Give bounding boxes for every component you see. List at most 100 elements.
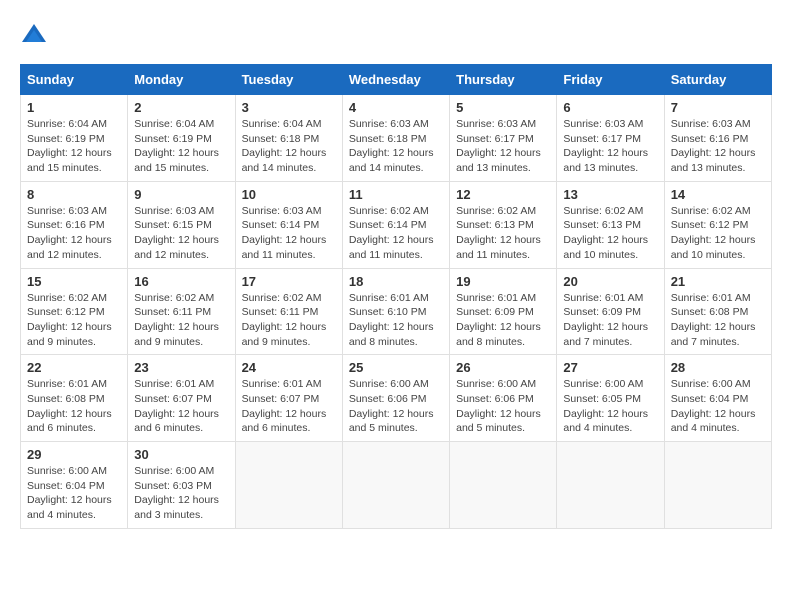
day-number: 23 [134,360,228,375]
calendar-body: 1 Sunrise: 6:04 AMSunset: 6:19 PMDaylight… [21,95,772,529]
day-info: Sunrise: 6:04 AMSunset: 6:19 PMDaylight:… [27,117,121,176]
calendar-cell: 8 Sunrise: 6:03 AMSunset: 6:16 PMDaylight… [21,181,128,268]
day-info: Sunrise: 6:04 AMSunset: 6:19 PMDaylight:… [134,117,228,176]
day-number: 6 [563,100,657,115]
day-number: 25 [349,360,443,375]
day-info: Sunrise: 6:01 AMSunset: 6:09 PMDaylight:… [456,291,550,350]
day-info: Sunrise: 6:01 AMSunset: 6:08 PMDaylight:… [671,291,765,350]
calendar-cell: 30 Sunrise: 6:00 AMSunset: 6:03 PMDayligh… [128,442,235,529]
day-info: Sunrise: 6:01 AMSunset: 6:08 PMDaylight:… [27,377,121,436]
week-row-5: 29 Sunrise: 6:00 AMSunset: 6:04 PMDayligh… [21,442,772,529]
day-info: Sunrise: 6:02 AMSunset: 6:11 PMDaylight:… [134,291,228,350]
weekday-thursday: Thursday [450,65,557,95]
day-info: Sunrise: 6:03 AMSunset: 6:17 PMDaylight:… [563,117,657,176]
week-row-1: 1 Sunrise: 6:04 AMSunset: 6:19 PMDaylight… [21,95,772,182]
day-number: 8 [27,187,121,202]
day-info: Sunrise: 6:04 AMSunset: 6:18 PMDaylight:… [242,117,336,176]
day-info: Sunrise: 6:00 AMSunset: 6:05 PMDaylight:… [563,377,657,436]
day-number: 22 [27,360,121,375]
day-info: Sunrise: 6:01 AMSunset: 6:07 PMDaylight:… [134,377,228,436]
day-info: Sunrise: 6:01 AMSunset: 6:09 PMDaylight:… [563,291,657,350]
calendar-cell: 17Sunrise: 6:02 AMSunset: 6:11 PMDayligh… [235,268,342,355]
calendar-cell: 21 Sunrise: 6:01 AMSunset: 6:08 PMDayligh… [664,268,771,355]
day-number: 10 [242,187,336,202]
day-number: 26 [456,360,550,375]
day-info: Sunrise: 6:02 AMSunset: 6:13 PMDaylight:… [456,204,550,263]
calendar-cell: 2 Sunrise: 6:04 AMSunset: 6:19 PMDaylight… [128,95,235,182]
weekday-monday: Monday [128,65,235,95]
week-row-4: 22 Sunrise: 6:01 AMSunset: 6:08 PMDayligh… [21,355,772,442]
calendar-cell [664,442,771,529]
calendar-header: SundayMondayTuesdayWednesdayThursdayFrid… [21,65,772,95]
day-info: Sunrise: 6:02 AMSunset: 6:12 PMDaylight:… [671,204,765,263]
day-number: 2 [134,100,228,115]
day-number: 4 [349,100,443,115]
page-header [20,20,772,48]
day-number: 24 [242,360,336,375]
calendar-cell: 11 Sunrise: 6:02 AMSunset: 6:14 PMDayligh… [342,181,449,268]
day-info: Sunrise: 6:00 AMSunset: 6:06 PMDaylight:… [349,377,443,436]
calendar-cell: 10 Sunrise: 6:03 AMSunset: 6:14 PMDayligh… [235,181,342,268]
calendar-cell: 12 Sunrise: 6:02 AMSunset: 6:13 PMDayligh… [450,181,557,268]
weekday-friday: Friday [557,65,664,95]
day-number: 20 [563,274,657,289]
day-number: 5 [456,100,550,115]
day-number: 15 [27,274,121,289]
weekday-sunday: Sunday [21,65,128,95]
day-number: 12 [456,187,550,202]
day-number: 19 [456,274,550,289]
calendar-cell: 18 Sunrise: 6:01 AMSunset: 6:10 PMDayligh… [342,268,449,355]
weekday-saturday: Saturday [664,65,771,95]
calendar-cell: 27 Sunrise: 6:00 AMSunset: 6:05 PMDayligh… [557,355,664,442]
day-number: 3 [242,100,336,115]
calendar-cell: 3 Sunrise: 6:04 AMSunset: 6:18 PMDaylight… [235,95,342,182]
calendar-cell: 25 Sunrise: 6:00 AMSunset: 6:06 PMDayligh… [342,355,449,442]
calendar-cell [557,442,664,529]
day-info: Sunrise: 6:03 AMSunset: 6:16 PMDaylight:… [671,117,765,176]
day-info: Sunrise: 6:03 AMSunset: 6:14 PMDaylight:… [242,204,336,263]
day-number: 18 [349,274,443,289]
day-info: Sunrise: 6:02 AMSunset: 6:14 PMDaylight:… [349,204,443,263]
day-info: Sunrise: 6:01 AMSunset: 6:10 PMDaylight:… [349,291,443,350]
calendar-cell: 14 Sunrise: 6:02 AMSunset: 6:12 PMDayligh… [664,181,771,268]
day-number: 27 [563,360,657,375]
day-info: Sunrise: 6:03 AMSunset: 6:15 PMDaylight:… [134,204,228,263]
calendar-cell: 26Sunrise: 6:00 AMSunset: 6:06 PMDayligh… [450,355,557,442]
calendar-cell: 22 Sunrise: 6:01 AMSunset: 6:08 PMDayligh… [21,355,128,442]
calendar-cell: 29 Sunrise: 6:00 AMSunset: 6:04 PMDayligh… [21,442,128,529]
calendar-cell [450,442,557,529]
day-info: Sunrise: 6:00 AMSunset: 6:04 PMDaylight:… [27,464,121,523]
calendar-cell: 19 Sunrise: 6:01 AMSunset: 6:09 PMDayligh… [450,268,557,355]
weekday-header-row: SundayMondayTuesdayWednesdayThursdayFrid… [21,65,772,95]
day-info: Sunrise: 6:00 AMSunset: 6:04 PMDaylight:… [671,377,765,436]
calendar-cell: 7 Sunrise: 6:03 AMSunset: 6:16 PMDaylight… [664,95,771,182]
calendar-cell: 16Sunrise: 6:02 AMSunset: 6:11 PMDayligh… [128,268,235,355]
day-number: 1 [27,100,121,115]
day-info: Sunrise: 6:03 AMSunset: 6:16 PMDaylight:… [27,204,121,263]
day-info: Sunrise: 6:02 AMSunset: 6:11 PMDaylight:… [242,291,336,350]
day-info: Sunrise: 6:00 AMSunset: 6:03 PMDaylight:… [134,464,228,523]
calendar-cell: 28Sunrise: 6:00 AMSunset: 6:04 PMDayligh… [664,355,771,442]
calendar-cell: 5 Sunrise: 6:03 AMSunset: 6:17 PMDaylight… [450,95,557,182]
day-info: Sunrise: 6:01 AMSunset: 6:07 PMDaylight:… [242,377,336,436]
day-number: 11 [349,187,443,202]
logo [20,20,52,48]
day-number: 14 [671,187,765,202]
day-number: 7 [671,100,765,115]
day-number: 30 [134,447,228,462]
day-number: 21 [671,274,765,289]
calendar-cell [342,442,449,529]
calendar-cell: 9 Sunrise: 6:03 AMSunset: 6:15 PMDaylight… [128,181,235,268]
calendar-cell: 20 Sunrise: 6:01 AMSunset: 6:09 PMDayligh… [557,268,664,355]
day-info: Sunrise: 6:03 AMSunset: 6:18 PMDaylight:… [349,117,443,176]
day-number: 9 [134,187,228,202]
day-number: 29 [27,447,121,462]
day-info: Sunrise: 6:02 AMSunset: 6:12 PMDaylight:… [27,291,121,350]
calendar-cell: 6 Sunrise: 6:03 AMSunset: 6:17 PMDaylight… [557,95,664,182]
day-number: 13 [563,187,657,202]
week-row-3: 15 Sunrise: 6:02 AMSunset: 6:12 PMDayligh… [21,268,772,355]
calendar-cell: 4 Sunrise: 6:03 AMSunset: 6:18 PMDaylight… [342,95,449,182]
day-info: Sunrise: 6:02 AMSunset: 6:13 PMDaylight:… [563,204,657,263]
calendar-cell: 24 Sunrise: 6:01 AMSunset: 6:07 PMDayligh… [235,355,342,442]
day-info: Sunrise: 6:03 AMSunset: 6:17 PMDaylight:… [456,117,550,176]
